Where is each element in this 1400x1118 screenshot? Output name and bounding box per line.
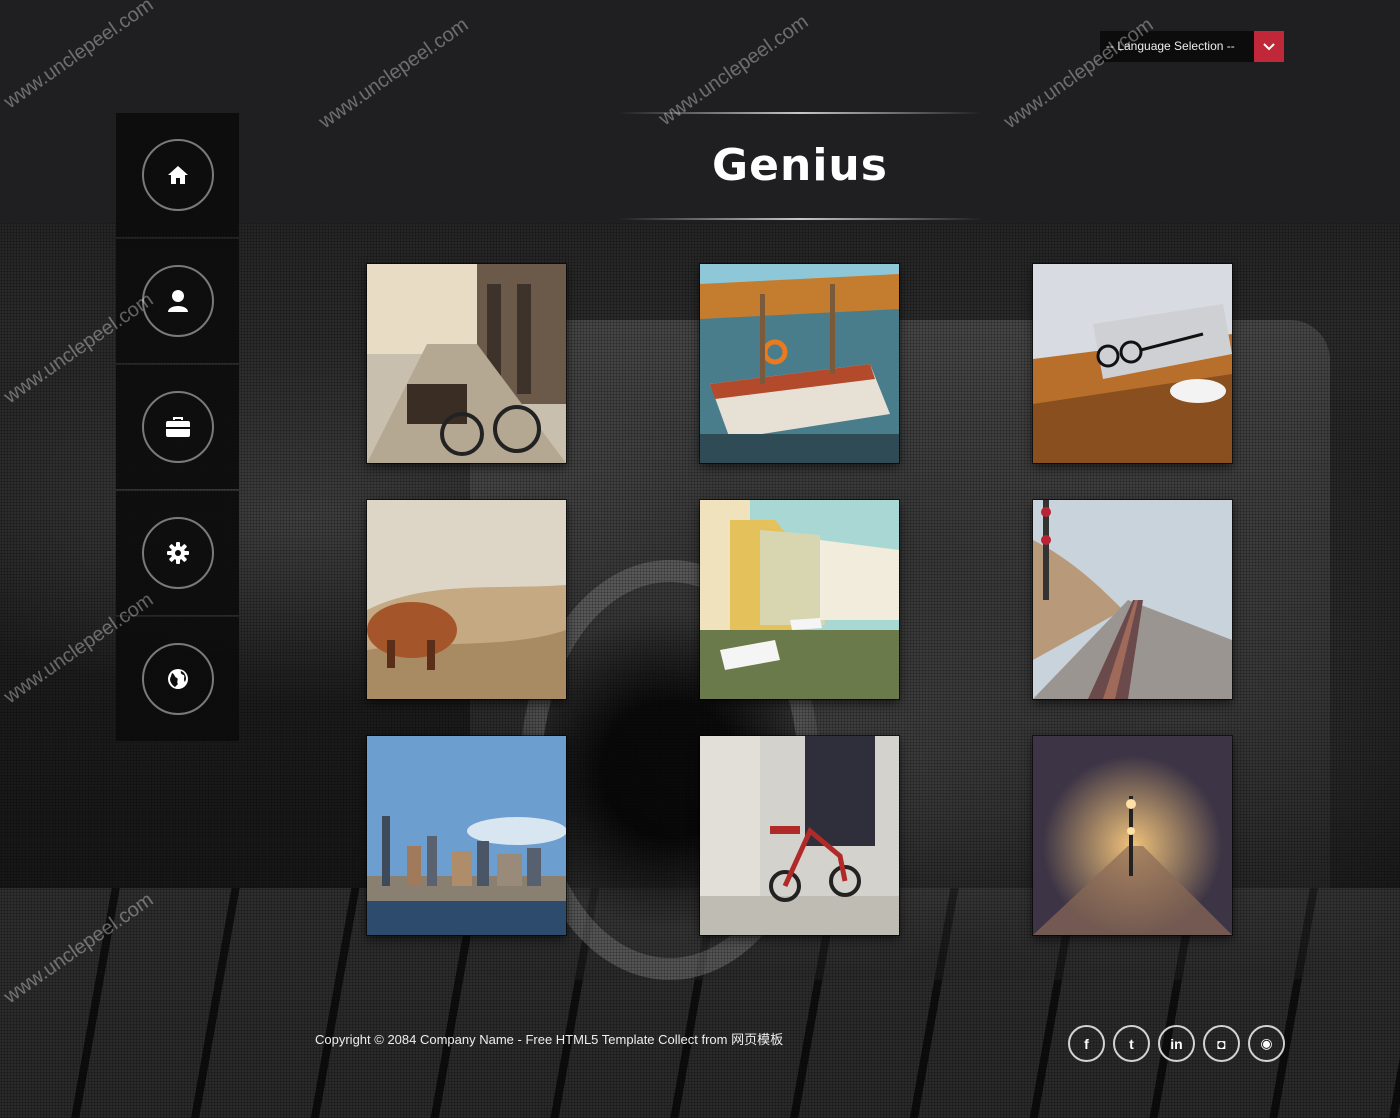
linkedin-icon: in bbox=[1170, 1035, 1183, 1052]
nav-item-home[interactable] bbox=[116, 113, 239, 237]
title-divider-bottom bbox=[618, 218, 982, 220]
language-select-toggle[interactable] bbox=[1254, 31, 1284, 62]
linkedin-button[interactable]: in bbox=[1158, 1025, 1195, 1062]
chevron-down-icon bbox=[1263, 42, 1275, 50]
nav-circle[interactable] bbox=[141, 517, 214, 589]
tricycle-doorway-photo bbox=[700, 736, 899, 935]
nav-circle[interactable] bbox=[141, 643, 214, 715]
gallery-item-railway[interactable] bbox=[1033, 500, 1232, 699]
gallery-item-street[interactable] bbox=[367, 264, 566, 463]
facebook-icon: f bbox=[1084, 1035, 1089, 1052]
instagram-icon: ◘ bbox=[1217, 1035, 1226, 1052]
globe-icon bbox=[167, 669, 188, 689]
sailboat-harbor-photo bbox=[700, 264, 899, 463]
briefcase-icon bbox=[165, 417, 190, 437]
gallery-item-foggy-road[interactable] bbox=[1033, 736, 1232, 935]
desk-glasses-mouse-photo bbox=[1033, 264, 1232, 463]
gallery-item-cow[interactable] bbox=[367, 500, 566, 699]
coastal-railway-photo bbox=[1033, 500, 1232, 699]
canal-houses-photo bbox=[700, 500, 899, 699]
facebook-button[interactable]: f bbox=[1068, 1025, 1105, 1062]
city-skyline-photo bbox=[367, 736, 566, 935]
copyright-text: Copyright © 2084 Company Name - Free HTM… bbox=[315, 1032, 784, 1047]
sidebar-nav bbox=[116, 113, 239, 743]
gallery-item-tricycle[interactable] bbox=[700, 736, 899, 935]
nav-item-globe[interactable] bbox=[116, 617, 239, 741]
rss-icon: ◉ bbox=[1260, 1035, 1273, 1051]
social-links: f t in ◘ ◉ bbox=[1068, 1025, 1293, 1062]
nav-item-portfolio[interactable] bbox=[116, 365, 239, 489]
gallery-item-canal[interactable] bbox=[700, 500, 899, 699]
gallery-item-desk[interactable] bbox=[1033, 264, 1232, 463]
foggy-night-road-photo bbox=[1033, 736, 1232, 935]
home-icon bbox=[167, 166, 188, 184]
twitter-icon: t bbox=[1129, 1035, 1134, 1052]
gallery-item-sailboat[interactable] bbox=[700, 264, 899, 463]
twitter-button[interactable]: t bbox=[1113, 1025, 1150, 1062]
nav-circle[interactable] bbox=[141, 139, 214, 211]
site-title: Genius bbox=[712, 140, 888, 191]
highland-cow-photo bbox=[367, 500, 566, 699]
gear-icon bbox=[166, 542, 189, 564]
nav-circle[interactable] bbox=[141, 391, 214, 463]
street-bicycles-photo bbox=[367, 264, 566, 463]
user-icon bbox=[167, 290, 188, 312]
instagram-button[interactable]: ◘ bbox=[1203, 1025, 1240, 1062]
gallery-item-skyline[interactable] bbox=[367, 736, 566, 935]
rss-button[interactable]: ◉ bbox=[1248, 1025, 1285, 1062]
